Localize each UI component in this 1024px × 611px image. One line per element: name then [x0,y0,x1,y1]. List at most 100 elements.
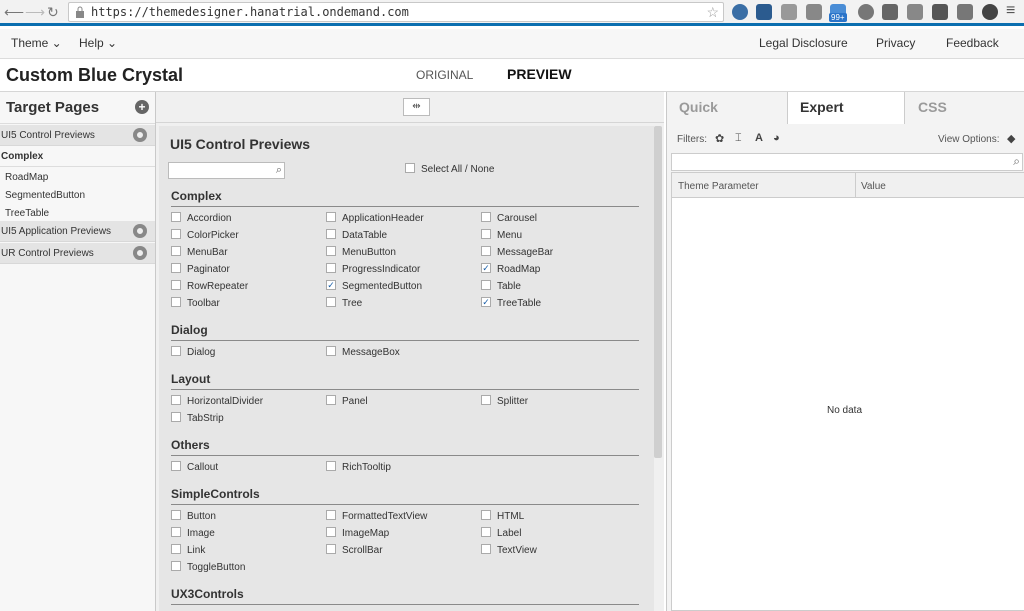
control-checkbox[interactable]: Carousel [481,212,537,227]
control-checkbox[interactable]: ImageMap [326,527,390,542]
legal-disclosure-link[interactable]: Legal Disclosure [759,36,848,50]
checkbox-label: ImageMap [342,528,390,539]
android-icon[interactable] [907,4,923,20]
control-checkbox[interactable]: ApplicationHeader [326,212,424,227]
sidebar-item[interactable]: UI5 Control Previews [0,125,155,146]
control-checkbox[interactable]: Dialog [171,346,215,361]
extension-icon-1[interactable] [732,4,748,20]
font-icon[interactable]: A [755,132,763,144]
checkbox-box [171,395,181,406]
checkbox-label: Image [187,528,215,539]
image-icon[interactable]: ◕ [773,132,780,144]
control-checkbox[interactable]: Toolbar [171,297,220,312]
bookmark-star-icon[interactable]: ☆ [706,4,719,21]
control-checkbox[interactable]: MessageBox [326,346,400,361]
theme-parameter-column[interactable]: Theme Parameter [678,181,759,192]
control-checkbox[interactable]: ✓ SegmentedButton [326,280,422,295]
control-checkbox[interactable]: Paginator [171,263,230,278]
extension-icon-10[interactable] [957,4,973,20]
checkbox-label: ColorPicker [187,230,239,241]
fit-width-button[interactable]: ⇹ [403,98,430,116]
control-checkbox[interactable]: Table [481,280,521,295]
control-checkbox[interactable]: ProgressIndicator [326,263,420,278]
checkbox-box [326,246,336,257]
gear-icon[interactable] [133,128,147,142]
control-checkbox[interactable]: HorizontalDivider [171,395,263,410]
gear-icon[interactable] [133,224,147,238]
checkbox-box: ✓ [481,263,491,274]
reload-icon[interactable]: ↻ [47,4,59,21]
control-checkbox[interactable]: Callout [171,461,218,476]
parameter-table: Theme Parameter Value No data [671,172,1024,611]
control-checkbox[interactable]: ScrollBar [326,544,383,559]
control-checkbox[interactable]: MenuBar [171,246,228,261]
original-tab[interactable]: ORIGINAL [416,68,473,82]
dimension-icon[interactable]: ⌶ [735,132,742,145]
control-search-input[interactable]: ⌕ [168,162,285,179]
feedback-link[interactable]: Feedback [946,36,999,50]
checkbox-label: Label [497,528,522,539]
control-checkbox[interactable]: Splitter [481,395,528,410]
control-checkbox[interactable]: Image [171,527,215,542]
checkbox-label: RichTooltip [342,462,391,473]
control-checkbox[interactable]: RichTooltip [326,461,391,476]
parameter-search-input[interactable]: ⌕ [671,153,1023,171]
help-menu[interactable]: Help ⌄ [79,36,117,50]
control-checkbox[interactable]: RowRepeater [171,280,248,295]
tab-expert[interactable]: Expert [787,92,905,124]
control-checkbox[interactable]: ✓ TreeTable [481,297,541,312]
control-checkbox[interactable]: TextView [481,544,537,559]
add-icon[interactable]: + [135,100,149,114]
control-checkbox[interactable]: Link [171,544,205,559]
checkbox-box [481,544,491,555]
palette-icon[interactable]: ✿ [715,132,724,145]
tab-css[interactable]: CSS [918,92,1018,124]
checkbox-box [481,212,491,223]
extension-icon-9[interactable] [932,4,948,20]
control-checkbox[interactable]: DataTable [326,229,387,244]
extension-icon-2[interactable] [756,4,772,20]
forward-icon[interactable]: ⟶ [25,4,45,21]
view-options-label[interactable]: View Options: [938,134,1000,145]
no-data-message: No data [827,405,863,416]
sidebar-item[interactable]: UI5 Application Previews [0,221,155,242]
control-checkbox[interactable]: HTML [481,510,524,525]
control-checkbox[interactable]: ✓ RoadMap [481,263,540,278]
extension-icon-3[interactable] [781,4,797,20]
control-checkbox[interactable]: FormattedTextView [326,510,427,525]
sidebar-item[interactable]: Complex [0,146,155,167]
gear-icon[interactable] [133,246,147,260]
control-checkbox[interactable]: MenuButton [326,246,396,261]
extension-icon-11[interactable] [982,4,998,20]
control-checkbox[interactable]: MessageBar [481,246,553,261]
extension-icon-6[interactable] [858,4,874,20]
control-checkbox[interactable]: Accordion [171,212,231,227]
sidebar-item-label: Complex [1,151,44,162]
menu-icon[interactable]: ≡ [1006,2,1015,20]
privacy-link[interactable]: Privacy [876,36,915,50]
tab-quick[interactable]: Quick [679,92,779,124]
checkbox-box [171,461,181,472]
sidebar-item-label: UR Control Previews [1,248,94,259]
control-checkbox[interactable]: ToggleButton [171,561,245,576]
back-icon[interactable]: ⟵ [4,4,24,21]
checkbox-label: ScrollBar [342,545,383,556]
tag-icon[interactable]: ◆ [1007,132,1015,145]
address-bar[interactable]: https://themedesigner.hanatrial.ondemand… [68,2,724,22]
control-checkbox[interactable]: Button [171,510,216,525]
control-checkbox[interactable]: Panel [326,395,368,410]
checkbox-box [481,527,491,538]
theme-menu[interactable]: Theme ⌄ [11,36,62,50]
control-checkbox[interactable]: Label [481,527,522,542]
value-column[interactable]: Value [855,173,886,198]
control-checkbox[interactable]: Tree [326,297,362,312]
control-checkbox[interactable]: Menu [481,229,522,244]
control-checkbox[interactable]: TabStrip [171,412,224,427]
select-all-checkbox[interactable]: Select All / None [405,163,494,178]
mail-icon[interactable] [806,4,822,20]
control-checkbox[interactable]: ColorPicker [171,229,239,244]
sidebar-item[interactable]: UR Control Previews [0,243,155,264]
preview-scrollbar[interactable] [654,126,662,458]
extension-icon-7[interactable] [882,4,898,20]
preview-tab[interactable]: PREVIEW [507,66,572,82]
